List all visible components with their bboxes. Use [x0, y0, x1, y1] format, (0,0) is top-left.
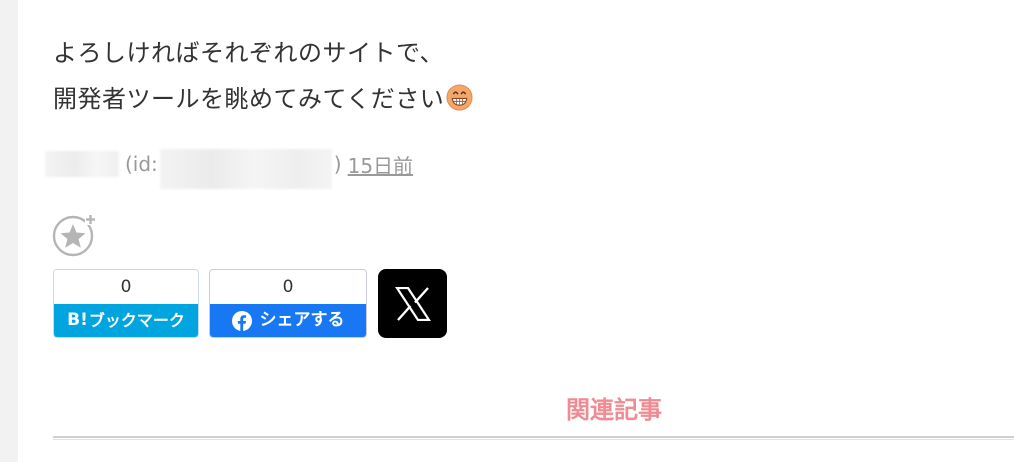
facebook-share-text: シェアする — [259, 310, 345, 330]
grinning-face-emoji-icon — [446, 84, 473, 111]
article-line-2: 開発者ツールを眺めてみてください — [53, 76, 953, 122]
related-articles-divider — [53, 436, 1014, 440]
hatena-bookmark-text: ブックマーク — [88, 311, 185, 330]
article-line-2-text: 開発者ツールを眺めてみてください — [53, 85, 445, 113]
entry-meta: (id: ) 15日前 — [45, 146, 413, 189]
author-id-open: (id: — [125, 152, 158, 176]
facebook-share-button[interactable]: 0 シェアする — [209, 269, 367, 338]
hatena-bookmark-label: B! ブックマーク — [54, 304, 198, 337]
facebook-share-label: シェアする — [210, 304, 366, 337]
facebook-logo-icon — [231, 310, 252, 331]
hatena-b-logo-icon: B! — [67, 310, 88, 330]
add-star-icon[interactable] — [52, 212, 98, 258]
article-body: よろしければそれぞれのサイトで、 開発者ツールを眺めてみてください — [53, 30, 953, 122]
hatena-bookmark-button[interactable]: 0 B! ブックマーク — [53, 269, 199, 338]
author-id-close: ) — [333, 152, 342, 176]
hatena-bookmark-count: 0 — [54, 270, 198, 304]
x-share-button[interactable] — [378, 269, 447, 338]
entry-date-link[interactable]: 15日前 — [348, 150, 413, 179]
x-logo-icon — [394, 286, 431, 321]
related-articles-heading: 関連記事 — [566, 396, 662, 424]
facebook-share-count: 0 — [210, 270, 366, 304]
article-line-1: よろしければそれぞれのサイトで、 — [53, 39, 445, 67]
author-name-redacted — [45, 151, 119, 177]
author-id-redacted — [159, 149, 332, 189]
